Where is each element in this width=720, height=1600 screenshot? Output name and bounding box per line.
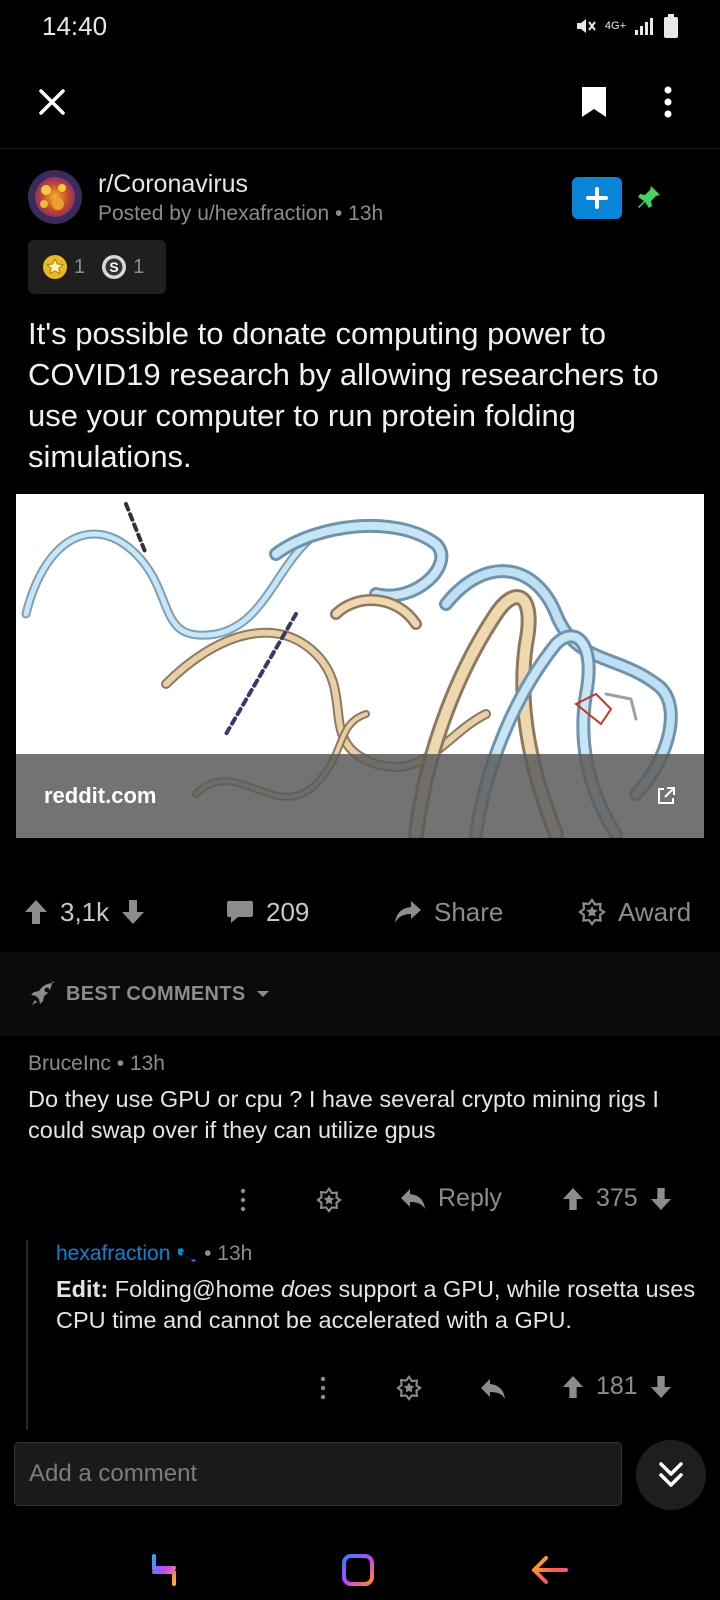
comment-vote-group: 181 <box>562 1372 672 1401</box>
downvote-icon[interactable] <box>121 899 145 925</box>
close-button[interactable] <box>30 80 74 124</box>
share-icon <box>395 901 421 923</box>
plus-icon <box>586 187 608 209</box>
comment-vote-group: 375 <box>562 1184 672 1213</box>
upvote-icon[interactable] <box>562 1187 584 1211</box>
gold-award-count: 1 <box>74 255 86 278</box>
award-icon[interactable] <box>316 1187 342 1213</box>
recents-button[interactable] <box>140 1548 188 1592</box>
award-button[interactable]: Award <box>578 884 691 940</box>
external-link-icon <box>658 787 675 804</box>
link-bar[interactable]: reddit.com <box>16 754 704 838</box>
upvote-icon[interactable] <box>562 1375 584 1399</box>
silver-award-count: 1 <box>133 255 145 278</box>
pin-button[interactable] <box>636 184 662 215</box>
bookmark-icon <box>582 87 606 117</box>
svg-text:S: S <box>109 259 118 275</box>
award-label: Award <box>618 896 692 927</box>
share-label: Share <box>434 896 504 927</box>
comment-input[interactable]: Add a comment <box>14 1442 622 1506</box>
comment-text-1: Folding@home <box>108 1276 281 1302</box>
reply-label: Reply <box>438 1184 502 1212</box>
edit-label: Edit: <box>56 1276 109 1302</box>
pin-icon <box>638 186 660 208</box>
mute-icon <box>576 19 596 33</box>
comment: BruceInc • 13h Do they use GPU or cpu ? … <box>28 1052 698 1146</box>
downvote-icon[interactable] <box>650 1187 672 1211</box>
award-icon[interactable] <box>396 1375 422 1401</box>
link-domain: reddit.com <box>44 783 157 808</box>
status-icons: 4G+ <box>575 14 678 38</box>
status-bar: 14:40 4G+ <box>0 0 720 52</box>
toolbar-divider <box>0 148 720 149</box>
awards-box[interactable]: 1 S 1 <box>28 240 166 294</box>
more-vertical-icon <box>664 86 672 118</box>
comment-author[interactable]: BruceInc <box>28 1052 111 1075</box>
signal-icon <box>635 18 653 35</box>
comment-meta: hexafraction • 13h <box>56 1242 706 1266</box>
comment-author[interactable]: hexafraction <box>56 1242 170 1265</box>
rocket-icon <box>31 981 54 1005</box>
more-vertical-icon[interactable] <box>240 1188 246 1212</box>
back-icon <box>532 1556 568 1584</box>
post-header: r/Coronavirus Posted by u/hexafraction •… <box>28 166 692 230</box>
share-button[interactable]: Share <box>394 884 503 940</box>
comments-button[interactable]: 209 <box>226 884 309 940</box>
more-options-button[interactable] <box>646 80 690 124</box>
save-button[interactable] <box>572 80 616 124</box>
comment-reply: hexafraction • 13h Edit: Folding@home do… <box>56 1242 706 1336</box>
link-preview[interactable]: reddit.com <box>16 494 704 838</box>
comment-body: Do they use GPU or cpu ? I have several … <box>28 1086 659 1143</box>
comment-meta: BruceInc • 13h <box>28 1052 698 1076</box>
chevron-down-icon <box>257 991 270 997</box>
battery-icon <box>664 14 678 38</box>
vote-group: 3,1k <box>24 884 145 940</box>
vote-count: 3,1k <box>60 896 110 927</box>
join-button[interactable] <box>572 177 622 219</box>
subreddit-avatar[interactable] <box>28 170 82 224</box>
comment-text-emphasis: does <box>281 1276 332 1302</box>
meta-separator: • <box>116 1052 130 1075</box>
collapse-comments-button[interactable] <box>636 1440 706 1510</box>
comment-time: 13h <box>129 1052 165 1075</box>
award-icon <box>578 898 606 926</box>
recents-icon <box>152 1554 176 1586</box>
comment-sort-button[interactable]: BEST COMMENTS <box>0 952 720 1036</box>
home-icon <box>342 1554 374 1586</box>
back-button[interactable] <box>526 1548 574 1592</box>
wrench-icon <box>178 1248 197 1263</box>
post-action-bar: 3,1k 209 Share Award <box>0 884 720 940</box>
comment-icon <box>227 901 253 923</box>
close-icon <box>39 89 65 115</box>
home-button[interactable] <box>334 1548 382 1592</box>
comment-actions: 181 <box>0 1368 720 1408</box>
upvote-icon[interactable] <box>24 899 48 925</box>
comment-time: 13h <box>217 1242 253 1265</box>
more-vertical-icon[interactable] <box>320 1376 326 1400</box>
comment-actions: Reply 375 <box>0 1180 720 1220</box>
post-toolbar <box>0 60 720 144</box>
silver-award-icon: S <box>102 255 127 279</box>
comment-count: 209 <box>266 896 310 927</box>
reply-icon <box>401 1188 425 1209</box>
reply-button[interactable]: Reply <box>400 1184 502 1213</box>
network-type: 4G+ <box>604 20 626 32</box>
downvote-icon[interactable] <box>650 1375 672 1399</box>
meta-separator: • <box>204 1242 218 1265</box>
comment-body: Edit: Folding@home does support a GPU, w… <box>56 1274 706 1336</box>
post-meta[interactable]: Posted by u/hexafraction • 13h <box>98 202 383 226</box>
comment-score: 181 <box>596 1372 638 1400</box>
comment-score: 375 <box>596 1184 638 1212</box>
system-nav-bar <box>0 1540 720 1600</box>
reply-icon[interactable] <box>480 1378 506 1400</box>
subreddit-name[interactable]: r/Coronavirus <box>98 170 248 199</box>
status-time: 14:40 <box>42 10 108 41</box>
double-chevron-down-icon <box>659 1462 683 1487</box>
post-title: It's possible to donate computing power … <box>28 316 659 474</box>
sort-label: BEST COMMENTS <box>66 982 246 1005</box>
gold-award-icon <box>43 255 67 279</box>
